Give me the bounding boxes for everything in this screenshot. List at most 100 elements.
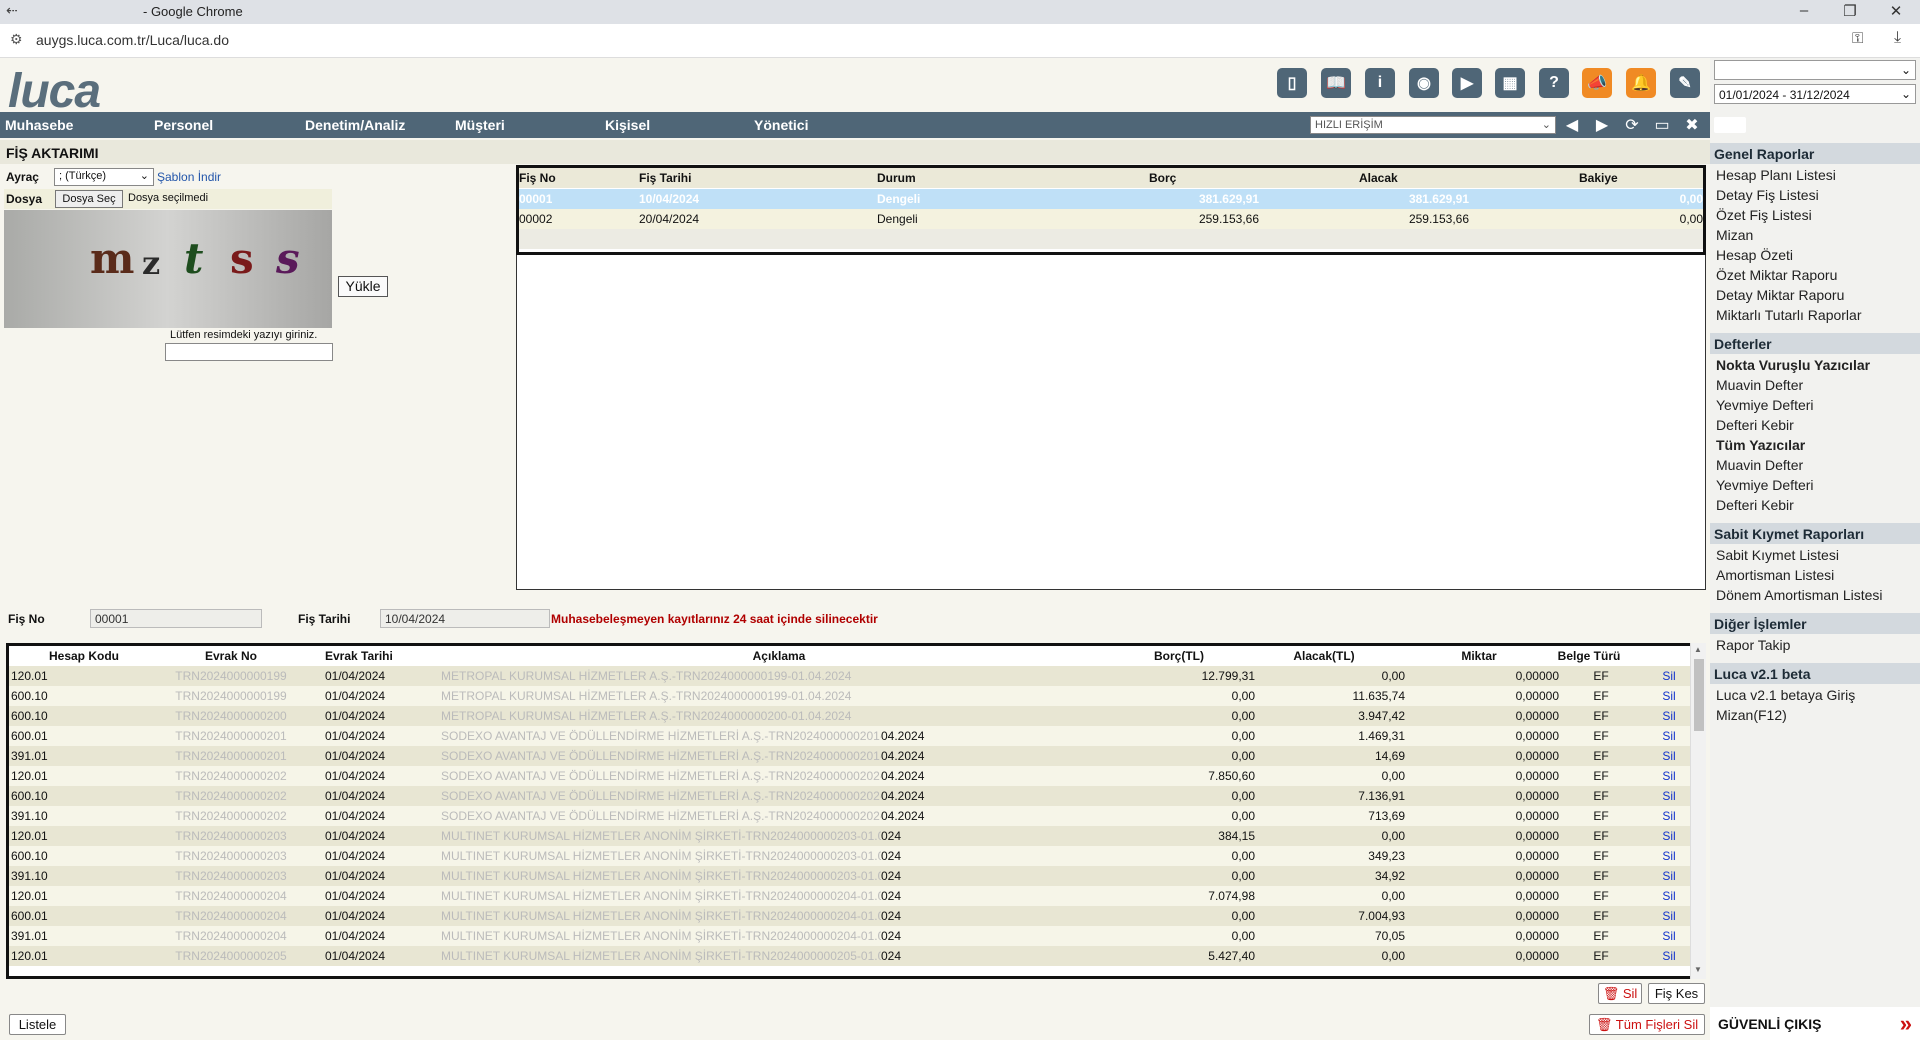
megaphone-icon[interactable]: 📣 xyxy=(1582,68,1612,98)
delete-all-button[interactable]: 🗑 Tüm Fişleri Sil xyxy=(1589,1014,1705,1035)
report-link[interactable]: Mizan(F12) xyxy=(1716,707,1787,723)
report-link[interactable]: Özet Fiş Listesi xyxy=(1716,207,1812,223)
bell-icon[interactable]: 🔔 xyxy=(1626,68,1656,98)
report-link[interactable]: Miktarlı Tutarlı Raporlar xyxy=(1716,307,1861,323)
row-delete-link[interactable]: Sil xyxy=(1649,729,1689,743)
row-delete-link[interactable]: Sil xyxy=(1649,949,1689,963)
report-link[interactable]: Hesap Özeti xyxy=(1716,247,1793,263)
report-link[interactable]: Amortisman Listesi xyxy=(1716,567,1834,583)
row-delete-link[interactable]: Sil xyxy=(1649,769,1689,783)
report-link[interactable]: Yevmiye Defteri xyxy=(1716,477,1814,493)
row-delete-link[interactable]: Sil xyxy=(1649,689,1689,703)
calculator-icon[interactable]: ▦ xyxy=(1495,68,1525,98)
report-link[interactable]: Özet Miktar Raporu xyxy=(1716,267,1837,283)
report-link[interactable]: Yevmiye Defteri xyxy=(1716,397,1814,413)
table-row[interactable]: 391.01 TRN2024000000201 01/04/2024 SODEXO A… xyxy=(9,746,1694,766)
table-row[interactable]: 00002 20/04/2024 Dengeli 259.153,66 259.… xyxy=(519,209,1703,229)
notebook-icon[interactable]: ✎ xyxy=(1670,68,1700,98)
delete-button[interactable]: 🗑 Sil xyxy=(1598,983,1642,1004)
report-link[interactable]: Detay Miktar Raporu xyxy=(1716,287,1844,303)
row-delete-link[interactable]: Sil xyxy=(1649,809,1689,823)
scroll-up-icon[interactable]: ▲ xyxy=(1694,645,1702,654)
prev-icon[interactable]: ◀ xyxy=(1562,115,1582,135)
nav-personel[interactable]: Personel xyxy=(154,117,213,133)
company-select[interactable]: ⌄ xyxy=(1714,60,1916,80)
choose-file-button[interactable]: Dosya Seç xyxy=(55,190,123,208)
window-icon[interactable]: ▭ xyxy=(1652,115,1672,135)
row-delete-link[interactable]: Sil xyxy=(1649,869,1689,883)
address-bar[interactable]: ⚙ auygs.luca.com.tr/Luca/luca.do ⚿ ⤓ xyxy=(0,24,1920,58)
minimize-icon[interactable]: – xyxy=(1784,2,1824,19)
report-link[interactable]: Detay Fiş Listesi xyxy=(1716,187,1819,203)
table-row[interactable]: 600.01 TRN2024000000201 01/04/2024 SODEXO A… xyxy=(9,726,1694,746)
help-icon[interactable]: ? xyxy=(1539,68,1569,98)
close-tab-icon[interactable]: ✖ xyxy=(1682,115,1702,135)
close-icon[interactable]: ✕ xyxy=(1876,2,1916,20)
row-delete-link[interactable]: Sil xyxy=(1649,709,1689,723)
report-link[interactable]: Rapor Takip xyxy=(1716,637,1790,653)
table-row[interactable]: 600.10 TRN2024000000199 01/04/2024 METROPAL… xyxy=(9,686,1694,706)
nav-kisisel[interactable]: Kişisel xyxy=(605,117,650,133)
report-link[interactable]: Dönem Amortisman Listesi xyxy=(1716,587,1883,603)
table-row[interactable]: 391.10 TRN2024000000202 01/04/2024 SODEXO A… xyxy=(9,806,1694,826)
globe-icon[interactable]: ◉ xyxy=(1409,68,1439,98)
row-delete-link[interactable]: Sil xyxy=(1649,669,1689,683)
table-row[interactable]: 391.10 TRN2024000000203 01/04/2024 MULTINET… xyxy=(9,866,1694,886)
report-link[interactable]: Muavin Defter xyxy=(1716,457,1803,473)
report-link[interactable]: Sabit Kıymet Listesi xyxy=(1716,547,1839,563)
nav-musteri[interactable]: Müşteri xyxy=(455,117,505,133)
captcha-input[interactable] xyxy=(165,343,333,361)
table-row[interactable]: 120.01 TRN2024000000204 01/04/2024 MULTINET… xyxy=(9,886,1694,906)
report-link[interactable]: Tüm Yazıcılar xyxy=(1716,437,1805,453)
row-delete-link[interactable]: Sil xyxy=(1649,909,1689,923)
report-link[interactable]: Defteri Kebir xyxy=(1716,497,1794,513)
row-delete-link[interactable]: Sil xyxy=(1649,829,1689,843)
table-row[interactable]: 600.10 TRN2024000000203 01/04/2024 MULTINET… xyxy=(9,846,1694,866)
next-icon[interactable]: ▶ xyxy=(1592,115,1612,135)
table-row[interactable]: 600.10 TRN2024000000202 01/04/2024 SODEXO A… xyxy=(9,786,1694,806)
info-icon[interactable]: i xyxy=(1365,68,1395,98)
notes-icon[interactable]: ▯ xyxy=(1277,68,1307,98)
quick-access-select[interactable]: HIZLI ERİŞİM ⌄ xyxy=(1310,116,1556,134)
report-link[interactable]: Luca v2.1 betaya Giriş xyxy=(1716,687,1855,703)
book-icon[interactable]: 📖 xyxy=(1321,68,1351,98)
report-link[interactable]: Mizan xyxy=(1716,227,1753,243)
download-icon[interactable]: ⤓ xyxy=(1894,29,1901,47)
report-link[interactable]: Muavin Defter xyxy=(1716,377,1803,393)
nav-muhasebe[interactable]: Muhasebe xyxy=(5,117,73,133)
nav-yonetici[interactable]: Yönetici xyxy=(754,117,808,133)
sablon-link[interactable]: Şablon İndir xyxy=(157,170,221,184)
report-link[interactable]: Nokta Vuruşlu Yazıcılar xyxy=(1716,357,1870,373)
listele-button[interactable]: Listele xyxy=(9,1014,66,1035)
table-row[interactable]: 120.01 TRN2024000000202 01/04/2024 SODEXO A… xyxy=(9,766,1694,786)
window-toggle-icon[interactable] xyxy=(1714,117,1746,133)
row-delete-link[interactable]: Sil xyxy=(1649,749,1689,763)
url-text[interactable]: auygs.luca.com.tr/Luca/luca.do xyxy=(36,32,229,48)
youtube-icon[interactable]: ▶ xyxy=(1452,68,1482,98)
table-row[interactable]: 00001 10/04/2024 Dengeli 381.629,91 381.… xyxy=(519,189,1703,209)
back-icon[interactable]: ⇠ xyxy=(6,2,18,19)
logout-button[interactable]: GÜVENLİ ÇIKIŞ » xyxy=(1710,1007,1920,1040)
scroll-down-icon[interactable]: ▼ xyxy=(1694,965,1702,974)
row-delete-link[interactable]: Sil xyxy=(1649,849,1689,863)
nav-denetim[interactable]: Denetim/Analiz xyxy=(305,117,405,133)
fis-no-input[interactable]: 00001 xyxy=(90,609,262,628)
table-row[interactable]: 600.01 TRN2024000000204 01/04/2024 MULTINET… xyxy=(9,906,1694,926)
table-row[interactable]: 600.10 TRN2024000000200 01/04/2024 METROPAL… xyxy=(9,706,1694,726)
ayrac-select[interactable]: ; (Türkçe) ⌄ xyxy=(54,168,154,186)
refresh-icon[interactable]: ⟳ xyxy=(1622,115,1642,135)
report-link[interactable]: Defteri Kebir xyxy=(1716,417,1794,433)
upload-button[interactable]: Yükle xyxy=(338,276,388,297)
site-info-icon[interactable]: ⚙ xyxy=(10,31,23,48)
fis-kes-button[interactable]: Fiş Kes xyxy=(1648,983,1705,1004)
report-link[interactable]: Hesap Planı Listesi xyxy=(1716,167,1836,183)
key-icon[interactable]: ⚿ xyxy=(1852,30,1863,47)
row-delete-link[interactable]: Sil xyxy=(1649,789,1689,803)
fis-tarihi-input[interactable]: 10/04/2024 xyxy=(380,609,550,628)
table-row[interactable]: 120.01 TRN2024000000199 01/04/2024 METROPAL… xyxy=(9,666,1694,686)
luca-logo[interactable]: luca xyxy=(8,64,101,119)
table-row[interactable]: 391.01 TRN2024000000204 01/04/2024 MULTINET… xyxy=(9,926,1694,946)
restore-icon[interactable]: ❐ xyxy=(1830,2,1870,20)
row-delete-link[interactable]: Sil xyxy=(1649,929,1689,943)
scroll-thumb[interactable] xyxy=(1694,659,1704,731)
